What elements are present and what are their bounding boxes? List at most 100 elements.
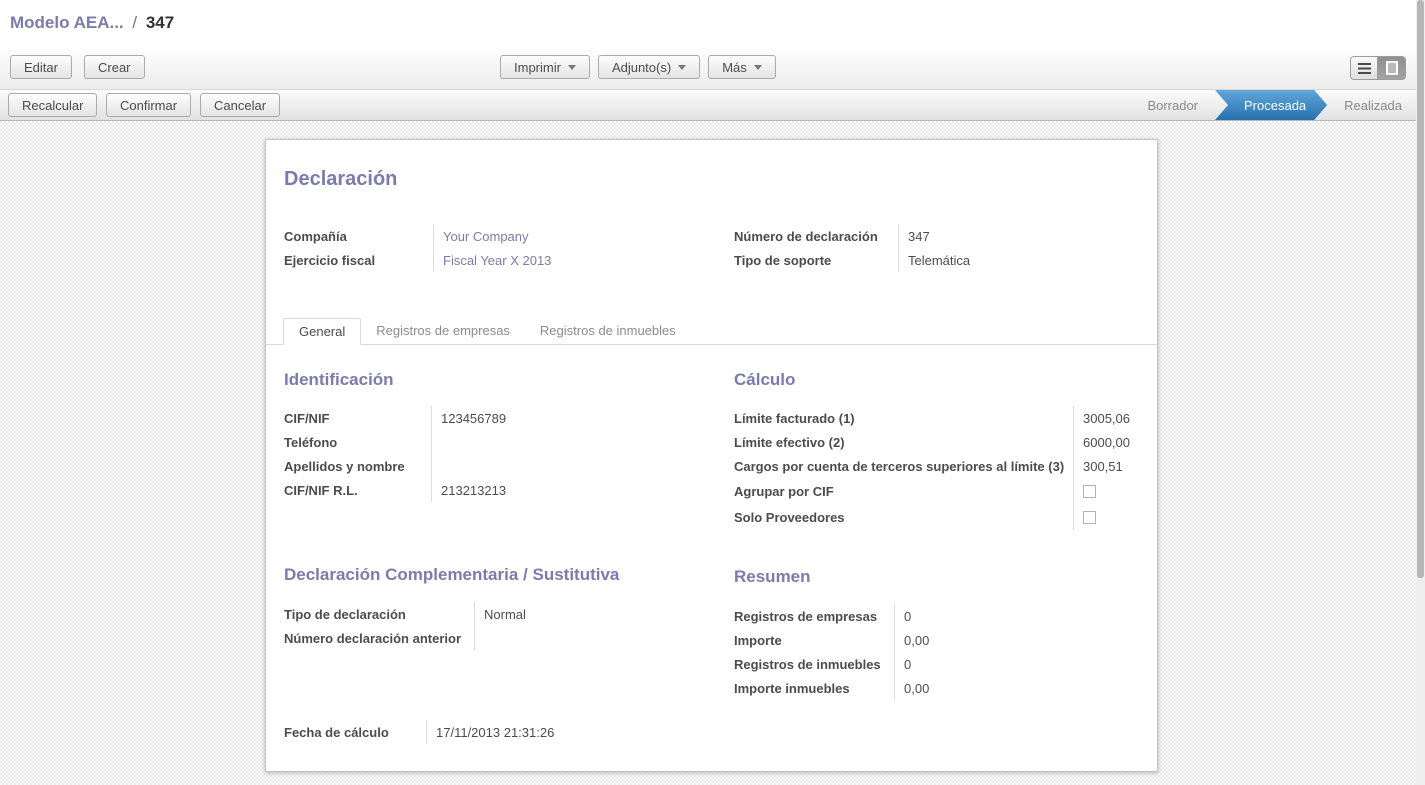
field-value-cell (1073, 478, 1141, 504)
field-label: Teléfono (284, 430, 431, 454)
field-row: Límite facturado (1) 3005,06 (734, 406, 1141, 430)
attachments-dropdown-button[interactable]: Adjunto(s) (598, 55, 700, 79)
resumen-fields: Registros de empresas 0 Importe 0,00 Reg… (734, 604, 1141, 700)
state-procesada-active: Procesada (1215, 90, 1327, 120)
header-fields-left: Compañía Your Company Ejercicio fiscal F… (284, 224, 704, 272)
field-label: Registros de empresas (734, 604, 894, 628)
field-label: Número declaración anterior (284, 626, 474, 650)
field-row: Tipo de soporte Telemática (734, 248, 1144, 272)
section-title-calculo: Cálculo (734, 370, 795, 390)
fiscal-year-link[interactable]: Fiscal Year X 2013 (433, 248, 704, 272)
field-label: Importe (734, 628, 894, 652)
cargos-terceros-value: 300,51 (1073, 454, 1141, 478)
header-fields-right: Número de declaración 347 Tipo de soport… (734, 224, 1144, 272)
calculo-fields: Límite facturado (1) 3005,06 Límite efec… (734, 406, 1141, 530)
field-row: Límite efectivo (2) 6000,00 (734, 430, 1141, 454)
solo-proveedores-checkbox[interactable] (1083, 511, 1096, 524)
telefono-value (431, 430, 704, 454)
identificacion-fields: CIF/NIF 123456789 Teléfono Apellidos y n… (284, 406, 704, 502)
attachments-label: Adjunto(s) (612, 60, 671, 75)
field-label: CIF/NIF (284, 406, 431, 430)
importe-value: 0,00 (894, 628, 1141, 652)
more-dropdown-button[interactable]: Más (708, 55, 776, 79)
registros-empresas-value: 0 (894, 604, 1141, 628)
field-label: Compañía (284, 224, 433, 248)
list-view-button[interactable] (1351, 57, 1378, 79)
print-dropdown-button[interactable]: Imprimir (500, 55, 590, 79)
cif-nif-rl-value: 213213213 (431, 478, 704, 502)
field-row: Solo Proveedores (734, 504, 1141, 530)
section-title-resumen: Resumen (734, 567, 811, 587)
document-actions: Imprimir Adjunto(s) Más (500, 55, 776, 79)
field-row: Importe 0,00 (734, 628, 1141, 652)
importe-inmuebles-value: 0,00 (894, 676, 1141, 700)
form-view-button[interactable] (1378, 57, 1405, 79)
section-title-complementaria: Declaración Complementaria / Sustitutiva (284, 565, 619, 585)
recalculate-button[interactable]: Recalcular (8, 93, 97, 117)
edit-button[interactable]: Editar (10, 55, 72, 79)
field-label: Fecha de cálculo (284, 720, 426, 744)
field-label: Tipo de declaración (284, 602, 474, 626)
field-label: Tipo de soporte (734, 248, 898, 272)
agrupar-por-cif-checkbox[interactable] (1083, 485, 1096, 498)
apellidos-value (431, 454, 704, 478)
field-row: Agrupar por CIF (734, 478, 1141, 504)
field-row: Registros de empresas 0 (734, 604, 1141, 628)
tab-general[interactable]: General (283, 318, 361, 345)
field-label: CIF/NIF R.L. (284, 478, 431, 502)
scrollbar[interactable] (1416, 0, 1425, 785)
field-row: Tipo de declaración Normal (284, 602, 714, 626)
numero-anterior-value (474, 626, 714, 650)
chevron-down-icon (568, 65, 576, 70)
breadcrumb-current: 347 (146, 13, 174, 32)
field-row: Apellidos y nombre (284, 454, 704, 478)
print-label: Imprimir (514, 60, 561, 75)
field-label: Límite efectivo (2) (734, 430, 1073, 454)
field-value-cell (1073, 504, 1141, 530)
field-row: Fecha de cálculo 17/11/2013 21:31:26 (284, 720, 704, 744)
field-label: Cargos por cuenta de terceros superiores… (734, 454, 1073, 478)
screen: Modelo AEA... / 347 Editar Crear Imprimi… (0, 0, 1425, 785)
field-label: Solo Proveedores (734, 504, 1073, 530)
field-row: Registros de inmuebles 0 (734, 652, 1141, 676)
field-label: Límite facturado (1) (734, 406, 1073, 430)
field-label: Ejercicio fiscal (284, 248, 433, 272)
create-button[interactable]: Crear (84, 55, 145, 79)
declaration-number-value: 347 (898, 224, 1144, 248)
view-switcher (1350, 56, 1406, 80)
field-label: Registros de inmuebles (734, 652, 894, 676)
complementaria-fields: Tipo de declaración Normal Número declar… (284, 602, 714, 650)
page-title: Declaración (284, 168, 397, 191)
field-row: CIF/NIF R.L. 213213213 (284, 478, 704, 502)
notebook-tabs: General Registros de empresas Registros … (266, 318, 1157, 345)
tipo-declaracion-value: Normal (474, 602, 714, 626)
breadcrumb-separator: / (124, 13, 146, 32)
confirm-button[interactable]: Confirmar (106, 93, 191, 117)
section-title-identificacion: Identificación (284, 370, 394, 390)
tab-registros-inmuebles[interactable]: Registros de inmuebles (525, 318, 691, 344)
cif-nif-value: 123456789 (431, 406, 704, 430)
content-area: Declaración Compañía Your Company Ejerci… (0, 121, 1425, 785)
state-borrador: Borrador (1130, 90, 1215, 120)
limite-efectivo-value: 6000,00 (1073, 430, 1141, 454)
breadcrumb-parent-link[interactable]: Modelo AEA... (10, 13, 124, 32)
cancel-button[interactable]: Cancelar (200, 93, 280, 117)
field-row: Cargos por cuenta de terceros superiores… (734, 454, 1141, 478)
field-row: Compañía Your Company (284, 224, 704, 248)
list-icon (1358, 63, 1371, 74)
tab-registros-empresas[interactable]: Registros de empresas (361, 318, 525, 344)
state-realizada: Realizada (1327, 90, 1419, 120)
field-row: Importe inmuebles 0,00 (734, 676, 1141, 700)
state-indicator: Borrador Procesada Realizada (1130, 90, 1419, 120)
field-row: Número de declaración 347 (734, 224, 1144, 248)
field-label: Importe inmuebles (734, 676, 894, 700)
field-row: Número declaración anterior (284, 626, 714, 650)
field-label: Agrupar por CIF (734, 478, 1073, 504)
breadcrumb: Modelo AEA... / 347 (10, 13, 174, 33)
support-type-value: Telemática (898, 248, 1144, 272)
field-label: Número de declaración (734, 224, 898, 248)
header: Modelo AEA... / 347 Editar Crear Imprimi… (0, 0, 1425, 89)
fecha-calculo-value: 17/11/2013 21:31:26 (426, 720, 704, 744)
scrollbar-thumb[interactable] (1417, 0, 1424, 578)
company-link[interactable]: Your Company (433, 224, 704, 248)
